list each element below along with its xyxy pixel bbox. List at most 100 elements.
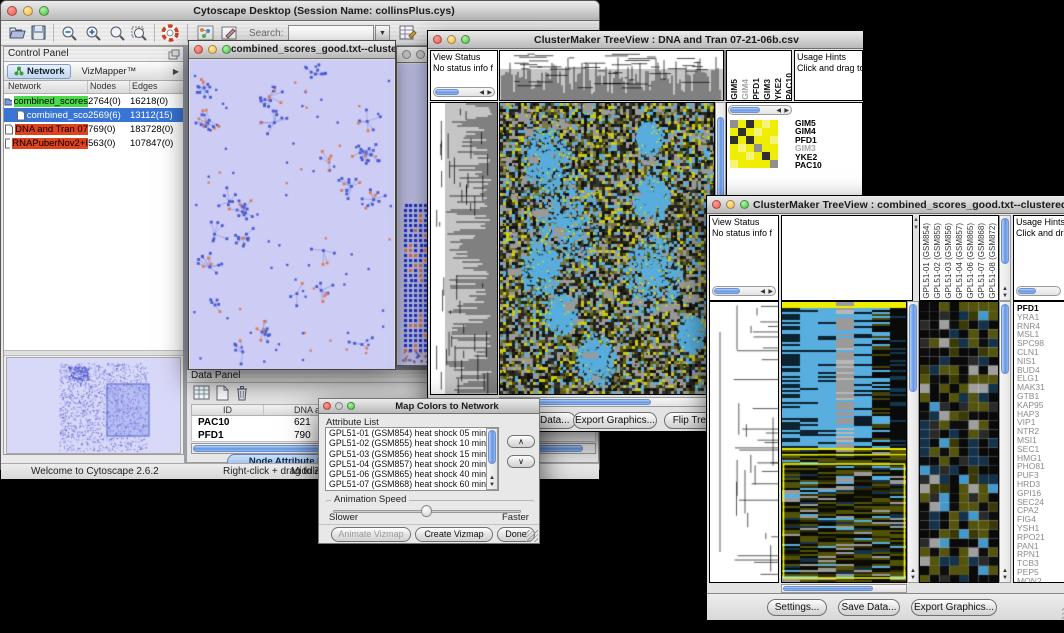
tabs-overflow-arrow[interactable]: ▶ xyxy=(173,67,179,76)
delete-attribute-icon[interactable] xyxy=(235,385,249,401)
tab-vizmapper[interactable]: VizMapper™ xyxy=(81,66,136,77)
minimize-button[interactable] xyxy=(335,402,343,410)
treeview1-zoom-heatmap[interactable] xyxy=(730,120,778,168)
column-header-nodes[interactable]: Nodes xyxy=(88,81,130,93)
gene-label[interactable]: CPA2 xyxy=(1017,505,1064,514)
gene-label[interactable]: HAP3 xyxy=(1017,409,1064,418)
attribute-item[interactable]: GPL51-04 (GSM857) heat shock 20 min xyxy=(326,459,498,469)
treeview1-row-dendrogram[interactable] xyxy=(431,103,497,394)
gene-label[interactable]: MSI1 xyxy=(1017,435,1064,444)
gene-label[interactable]: KAP95 xyxy=(1017,400,1064,409)
scroll-left-icon[interactable]: ◀ xyxy=(776,107,781,114)
attribute-table-icon[interactable] xyxy=(399,24,418,42)
attribute-item[interactable]: GPL51-01 (GSM854) heat shock 05 min xyxy=(326,428,498,438)
gene-label[interactable]: MON2 xyxy=(1017,576,1064,583)
gene-label[interactable]: NTR2 xyxy=(1017,426,1064,435)
gene-label[interactable]: SPC98 xyxy=(1017,338,1064,347)
help-lifesaver-icon[interactable] xyxy=(161,24,179,42)
annotation-icon[interactable] xyxy=(221,25,239,41)
zoom-button[interactable] xyxy=(39,6,49,16)
minimize-button[interactable] xyxy=(726,200,735,209)
panel-splitter[interactable] xyxy=(4,350,183,356)
attribute-item[interactable]: GPL51-02 (GSM855) heat shock 10 min xyxy=(326,438,498,448)
gene-label[interactable]: MSL1 xyxy=(1017,329,1064,338)
column-header-id[interactable]: ID xyxy=(192,405,264,415)
network1-canvas[interactable] xyxy=(190,60,394,369)
treeview2-row-dendrogram[interactable] xyxy=(710,302,778,582)
gene-label[interactable]: BUD4 xyxy=(1017,365,1064,374)
network1-titlebar[interactable]: combined_scores_good.txt--cluste... xyxy=(189,41,395,59)
gene-label[interactable]: PAN1 xyxy=(1017,541,1064,550)
network-row[interactable]: RNAPuberNov2+I563(0)107847(0) xyxy=(4,136,183,150)
gene-label[interactable]: GPI16 xyxy=(1017,488,1064,497)
gene-label[interactable]: VIP1 xyxy=(1017,417,1064,426)
scroll-left-icon[interactable]: ◀ xyxy=(479,89,484,96)
treeview2-vscrollbar[interactable]: ▲ ▼ xyxy=(907,301,919,583)
column-header-network[interactable]: Network xyxy=(4,81,88,93)
gene-label[interactable]: FIG4 xyxy=(1017,514,1064,523)
main-titlebar[interactable]: Cytoscape Desktop (Session Name: collins… xyxy=(1,1,599,21)
resize-grip[interactable] xyxy=(526,530,538,542)
animate-vizmap-button[interactable]: Animate Vizmap xyxy=(331,527,411,542)
tab-network[interactable]: Network xyxy=(7,64,71,79)
slider-thumb[interactable] xyxy=(421,505,432,517)
scroll-up-icon[interactable]: ▲ xyxy=(487,475,497,481)
zoom-selected-icon[interactable] xyxy=(131,25,149,41)
minimize-button[interactable] xyxy=(416,50,425,59)
scroll-up-icon[interactable]: ▲ xyxy=(1000,286,1010,292)
zoom-button[interactable] xyxy=(222,45,231,54)
treeview2-zoom-heatmap[interactable] xyxy=(920,302,998,582)
search-dropdown-button[interactable]: ▼ xyxy=(375,25,390,41)
save-icon[interactable] xyxy=(31,25,47,41)
select-attributes-icon[interactable] xyxy=(193,385,210,401)
zoom-button[interactable] xyxy=(347,402,355,410)
network-row[interactable]: combined_scores2764(0)16218(0) xyxy=(4,94,183,108)
scroll-down-icon[interactable]: ▼ xyxy=(1000,293,1010,299)
scroll-down-icon[interactable]: ▼ xyxy=(487,482,497,488)
attribute-item[interactable]: GPL51-03 (GSM856) heat shock 15 min xyxy=(326,449,498,459)
treeview1-heatmap[interactable] xyxy=(500,103,714,394)
gene-label[interactable]: HMG1 xyxy=(1017,453,1064,462)
minimize-button[interactable] xyxy=(447,35,456,44)
gene-label[interactable]: SEC1 xyxy=(1017,444,1064,453)
network-row[interactable]: DNA and Tran 07769(0)183728(0) xyxy=(4,122,183,136)
close-button[interactable] xyxy=(194,45,203,54)
close-button[interactable] xyxy=(402,50,411,59)
gene-label[interactable]: PEP5 xyxy=(1017,567,1064,576)
scroll-down-icon[interactable]: ▼ xyxy=(908,575,918,581)
gene-label[interactable]: MAK31 xyxy=(1017,382,1064,391)
gene-label[interactable]: RPN1 xyxy=(1017,549,1064,558)
view-status-scrollbar[interactable]: ◀ ▶ xyxy=(433,87,495,97)
gene-label[interactable]: ELG1 xyxy=(1017,373,1064,382)
close-button[interactable] xyxy=(7,6,17,16)
gene-label[interactable]: HRD3 xyxy=(1017,479,1064,488)
gene-label[interactable]: RPO21 xyxy=(1017,532,1064,541)
dialog-titlebar[interactable]: Map Colors to Network xyxy=(319,399,539,414)
usage-hints-scrollbar[interactable] xyxy=(1016,286,1061,296)
network-overview-canvas[interactable] xyxy=(7,358,180,453)
zoom-button[interactable] xyxy=(461,35,470,44)
network-row[interactable]: combined_sco2569(6)13112(15) xyxy=(4,108,183,122)
zoom-button[interactable] xyxy=(740,200,749,209)
gene-label[interactable]: PUF3 xyxy=(1017,470,1064,479)
minimize-button[interactable] xyxy=(208,45,217,54)
new-attribute-icon[interactable] xyxy=(215,385,230,401)
save-data-button[interactable]: Save Data... xyxy=(838,599,900,616)
gene-label[interactable]: RNR4 xyxy=(1017,321,1064,330)
zoom-out-icon[interactable] xyxy=(61,25,79,41)
close-button[interactable] xyxy=(433,35,442,44)
treeview2-hscrollbar[interactable] xyxy=(781,584,907,593)
treeview2-zoom-scrollbar[interactable]: ▲ ▼ xyxy=(999,301,1011,583)
settings-button[interactable]: Settings... xyxy=(767,599,827,616)
vizmap-icon[interactable] xyxy=(197,25,214,41)
view-status-scrollbar[interactable]: ◀ ▶ xyxy=(712,286,776,296)
scroll-right-icon[interactable]: ▶ xyxy=(487,89,492,96)
gene-label[interactable]: NIS1 xyxy=(1017,356,1064,365)
gene-label[interactable]: YSH1 xyxy=(1017,523,1064,532)
attribute-item[interactable]: GPL51-07 (GSM868) heat shock 60 min xyxy=(326,479,498,489)
scroll-left-icon[interactable]: ◀ xyxy=(760,288,765,295)
scroll-right-icon[interactable]: ▶ xyxy=(768,288,773,295)
gene-label[interactable]: PHO81 xyxy=(1017,461,1064,470)
scroll-right-icon[interactable]: ▶ xyxy=(784,107,789,114)
search-input[interactable] xyxy=(288,25,374,41)
